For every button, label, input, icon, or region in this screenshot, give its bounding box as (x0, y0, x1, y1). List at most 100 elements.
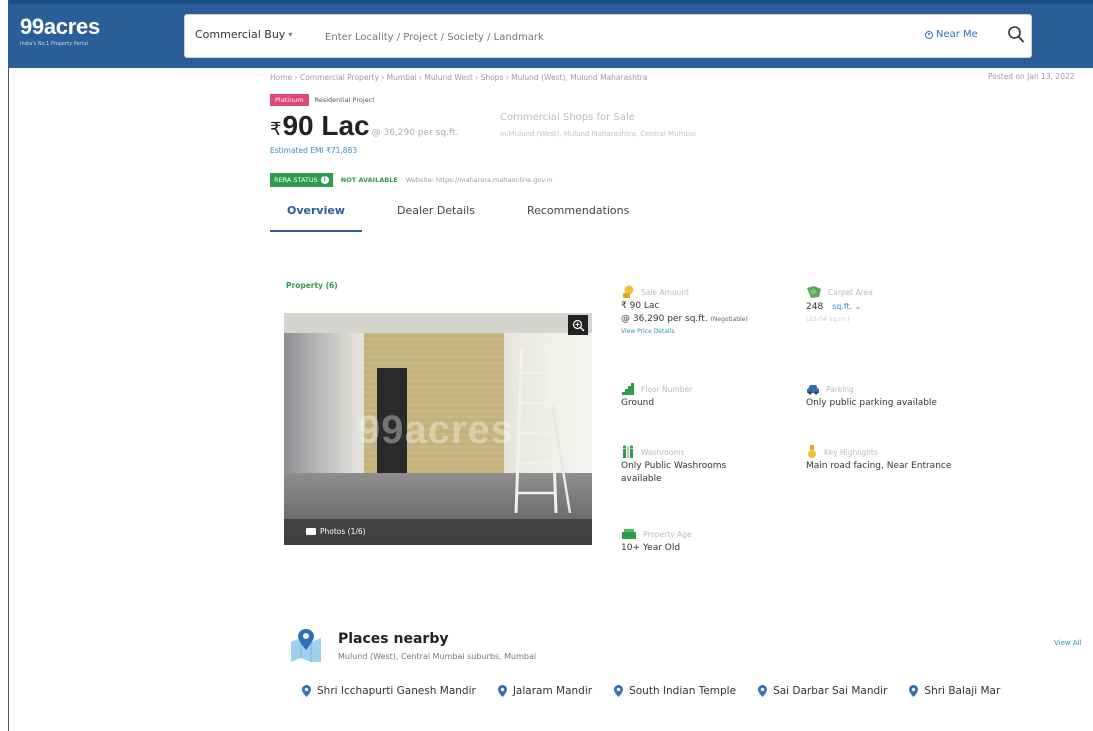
price-per-sqft: @ 36,290 per sq.ft. (371, 128, 459, 138)
place-name: Jalaram Mandir (512, 685, 593, 697)
detail-highlights-value: Main road facing, Near Entrance (806, 461, 952, 471)
search-input[interactable] (323, 27, 887, 47)
detail-highlights-label: Key Highlights (824, 447, 878, 457)
places-nearby-title: Places nearby (338, 631, 449, 647)
photo-ceiling (284, 313, 592, 333)
view-all-link[interactable]: View All (1054, 639, 1082, 647)
area-icon (807, 286, 821, 298)
project-type-badge: Residential Project (314, 96, 375, 104)
gallery-icon (306, 528, 316, 535)
rera-status-label: RERA STATUS (274, 176, 318, 184)
location-pin-icon (302, 685, 311, 697)
search-type-label: Commercial Buy (195, 28, 286, 41)
medal-icon (808, 445, 816, 458)
detail-floor-value: Ground (621, 398, 655, 408)
platinum-badge: Platinum (270, 94, 309, 106)
detail-carpet-alt: (23.04 sq.m.) (806, 315, 850, 323)
unit-dropdown[interactable]: sq.ft. ⌄ (832, 302, 861, 311)
detail-carpet-label: Carpet Area (828, 287, 873, 297)
detail-washrooms-value-2: available (621, 474, 662, 484)
detail-key-highlights: Key Highlights Main road facing, Near En… (806, 444, 951, 473)
places-nearby-location: Mulund (West), Central Mumbai suburbs, M… (338, 652, 537, 661)
rera-value: NOT AVAILABLE (340, 176, 398, 184)
map-pin-icon (291, 629, 321, 662)
near-me-label: Near Me (936, 29, 978, 40)
logo-text: 99acres (20, 14, 100, 39)
detail-parking-value: Only public parking available (806, 398, 937, 408)
place-item[interactable]: Sai Darbar Sai Mandir (758, 685, 887, 697)
detail-washrooms: Washrooms Only Public Washrooms availabl… (621, 444, 726, 486)
detail-price-persqft-text: @ 36,290 per sq.ft. (621, 314, 708, 324)
info-icon: i (320, 176, 329, 184)
detail-parking: Parking Only public parking available (806, 381, 937, 410)
detail-price-value: ₹ 90 Lac (621, 301, 660, 311)
rera-website[interactable]: Website: https://maharera.mahaonline.gov… (406, 176, 553, 184)
photo-footer: Photos (1/6) (284, 519, 592, 545)
detail-carpet-value-row: 248 sq.ft. ⌄ (806, 300, 873, 314)
place-name: Shri Balaji Mar (924, 685, 1001, 697)
property-photos-label: Property (6) (286, 281, 338, 290)
tab-recommendations[interactable]: Recommendations (527, 200, 629, 232)
detail-price-persqft: @ 36,290 per sq.ft. (Negotiable) (621, 313, 748, 326)
near-me-button[interactable]: Near Me (925, 29, 978, 40)
place-name: Shri Icchapurti Ganesh Mandir (317, 685, 476, 697)
place-item[interactable]: South Indian Temple (614, 685, 736, 697)
photos-count-button[interactable]: Photos (1/6) (306, 527, 366, 536)
chevron-down-icon: ▾ (288, 30, 293, 39)
detail-washrooms-label: Washrooms (641, 447, 685, 457)
detail-parking-label: Parking (826, 384, 854, 394)
detail-price: Sale Amount ₹ 90 Lac @ 36,290 per sq.ft.… (621, 284, 748, 337)
listing-tabs: Overview Dealer Details Recommendations (270, 200, 700, 232)
detail-property-age: Property Age 10+ Year Old (621, 526, 692, 555)
listing-price: ₹ 90 Lac @ 36,290 per sq.ft. (270, 110, 458, 142)
chevron-down-icon: ⌄ (854, 302, 862, 311)
listing-badges: Platinum Residential Project (270, 94, 375, 106)
car-icon (807, 385, 819, 395)
photos-count-label: Photos (1/6) (320, 527, 366, 536)
unit-label: sq.ft. (832, 302, 853, 311)
rera-status-badge[interactable]: RERA STATUS i (270, 173, 333, 187)
search-icon[interactable] (1007, 25, 1025, 45)
rera-row: RERA STATUS i NOT AVAILABLE Website: htt… (270, 173, 553, 187)
tab-dealer-details[interactable]: Dealer Details (397, 200, 475, 232)
detail-price-label: Sale Amount (641, 287, 689, 297)
price-value: 90 Lac (282, 110, 370, 141)
site-header: 99acres India's No.1 Property Portal Com… (8, 4, 1093, 68)
detail-floor-label: Floor Number (641, 384, 693, 394)
rupee-icon: ₹ (270, 119, 282, 140)
listing-title: Commercial Shops for Sale (500, 112, 635, 123)
place-name: Sai Darbar Sai Mandir (773, 685, 888, 697)
detail-age-value: 10+ Year Old (621, 543, 681, 553)
view-price-details-link[interactable]: View Price Details (621, 326, 748, 337)
detail-washrooms-value-1: Only Public Washrooms (621, 461, 727, 471)
site-logo[interactable]: 99acres India's No.1 Property Portal (20, 14, 100, 47)
breadcrumb[interactable]: Home › Commercial Property › Mumbai › Mu… (270, 73, 647, 82)
location-target-icon (925, 30, 933, 39)
search-bar: Commercial Buy ▾ Near Me (184, 14, 1032, 58)
place-item[interactable]: Jalaram Mandir (497, 685, 593, 697)
search-type-dropdown[interactable]: Commercial Buy ▾ (195, 28, 292, 41)
photo-ladder (514, 347, 572, 513)
logo-tagline: India's No.1 Property Portal (20, 41, 89, 47)
detail-age-label: Property Age (643, 529, 692, 539)
zoom-button[interactable] (568, 315, 588, 335)
location-pin-icon (614, 685, 624, 697)
posted-date: Posted on Jan 13, 2022 (988, 72, 1075, 81)
location-pin-icon (497, 685, 507, 697)
detail-floor: Floor Number Ground (621, 381, 692, 410)
places-list: Shri Icchapurti Ganesh Mandir Jalaram Ma… (302, 685, 1022, 697)
zoom-in-icon (572, 319, 584, 331)
property-photo[interactable]: 99acres Photos (1/6) (284, 313, 592, 545)
tab-overview[interactable]: Overview (270, 200, 362, 232)
building-age-icon (622, 529, 636, 539)
photo-watermark: 99acres (358, 408, 515, 452)
place-item[interactable]: Shri Balaji Mar (909, 685, 1000, 697)
place-item[interactable]: Shri Icchapurti Ganesh Mandir (302, 685, 476, 697)
price-tag-icon (623, 285, 634, 298)
window-left-edge (8, 0, 9, 731)
location-pin-icon (758, 685, 768, 697)
listing-location: in Mulund (West), Mulund Maharashtra, Ce… (500, 130, 697, 138)
location-pin-icon (909, 685, 919, 697)
washroom-icon (622, 445, 634, 458)
emi-estimate-link[interactable]: Estimated EMI ₹71,883 (270, 146, 357, 155)
